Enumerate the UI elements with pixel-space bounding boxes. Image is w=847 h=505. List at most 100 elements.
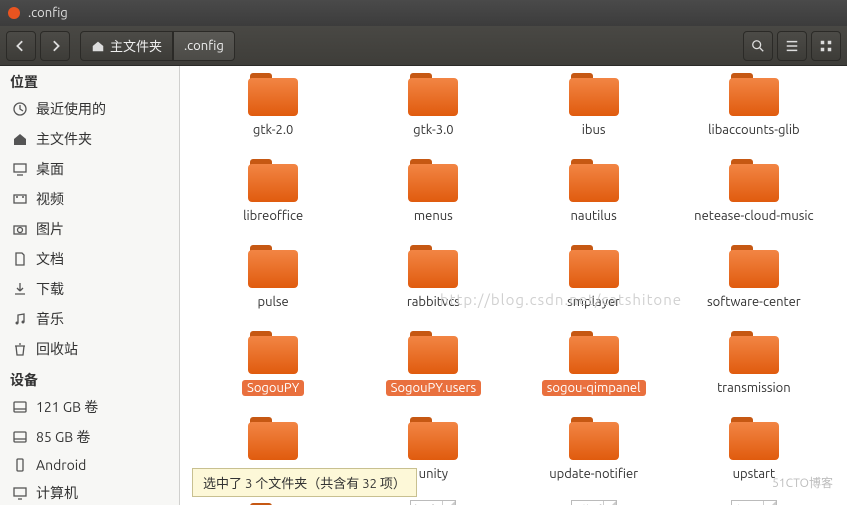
sidebar-item-places-6[interactable]: 下载 [0, 274, 179, 304]
folder-item[interactable]: libreoffice [198, 156, 348, 224]
devices-header: 设备 [0, 364, 179, 392]
item-label: ibus [577, 122, 611, 138]
item-label: unity [414, 466, 453, 482]
back-button[interactable] [6, 31, 36, 61]
forward-button[interactable] [40, 31, 70, 61]
list-icon [785, 39, 799, 53]
chevron-left-icon [15, 40, 27, 52]
toolbar: 主文件夹 .config [0, 26, 847, 66]
folder-item[interactable]: software-center [679, 242, 829, 310]
sidebar-item-label: 音乐 [36, 309, 64, 329]
file-item[interactable]: # This # If yo # interuser-dirs.dirs [519, 500, 669, 505]
sidebar-item-label: 视频 [36, 189, 64, 209]
file-icon: [Qt%2f usr\lib usr\lib [410, 500, 456, 505]
sidebar-item-devices-2[interactable]: Android [0, 452, 179, 478]
sidebar-item-places-3[interactable]: 视频 [0, 184, 179, 214]
folder-icon [244, 500, 302, 505]
folder-icon [565, 242, 623, 290]
folder-item[interactable]: smplayer [519, 242, 669, 310]
sidebar-item-devices-1[interactable]: 85 GB 卷 [0, 422, 179, 452]
sidebar-item-places-2[interactable]: 桌面 [0, 154, 179, 184]
path-current[interactable]: .config [173, 31, 235, 61]
folder-item[interactable]: SogouPY.users [358, 328, 508, 396]
folder-icon [725, 414, 783, 462]
folder-icon [244, 414, 302, 462]
path-bar: 主文件夹 .config [80, 31, 235, 61]
folder-item[interactable]: transmission [679, 328, 829, 396]
folder-item[interactable]: (cut) [198, 500, 348, 505]
file-item[interactable]: [Qt%2f usr\lib usr\libh.conf [358, 500, 508, 505]
folder-icon [404, 70, 462, 118]
music-icon [12, 311, 28, 327]
file-item[interactable]: zh_CNuser-dirs.locale [679, 500, 829, 505]
trash-icon [12, 341, 28, 357]
folder-icon [404, 328, 462, 376]
folder-item[interactable]: sogou-qimpanel [519, 328, 669, 396]
sidebar-item-label: 最近使用的 [36, 99, 106, 119]
sidebar-item-label: 文档 [36, 249, 64, 269]
grid-icon [819, 39, 833, 53]
folder-icon [725, 328, 783, 376]
sidebar-item-devices-3[interactable]: 计算机 [0, 478, 179, 505]
close-icon[interactable] [8, 7, 20, 19]
folder-item[interactable]: update-notifier [519, 414, 669, 482]
view-list-button[interactable] [777, 31, 807, 61]
disk-icon [12, 399, 28, 415]
item-label: libaccounts-glib [703, 122, 804, 138]
folder-item[interactable]: nautilus [519, 156, 669, 224]
status-tooltip: 选中了 3 个文件夹（共含有 32 项） [192, 468, 417, 497]
file-icon: zh_CN [731, 500, 777, 505]
item-label: libreoffice [238, 208, 308, 224]
folder-item[interactable]: menus [358, 156, 508, 224]
folder-icon [565, 70, 623, 118]
sidebar-item-places-1[interactable]: 主文件夹 [0, 124, 179, 154]
search-icon [751, 39, 765, 53]
sidebar-item-label: 回收站 [36, 339, 78, 359]
sidebar-item-devices-0[interactable]: 121 GB 卷 [0, 392, 179, 422]
item-label: smplayer [562, 294, 625, 310]
view-grid-button[interactable] [811, 31, 841, 61]
window-title: .config [28, 6, 68, 20]
home-icon [12, 131, 28, 147]
folder-item[interactable]: netease-cloud-music [679, 156, 829, 224]
item-label: pulse [252, 294, 293, 310]
folder-item[interactable]: SogouPY [198, 328, 348, 396]
search-button[interactable] [743, 31, 773, 61]
item-label: transmission [712, 380, 796, 396]
folder-icon [725, 70, 783, 118]
desktop-icon [12, 161, 28, 177]
disk-icon [12, 429, 28, 445]
content-area[interactable]: http://blog.csdn.net/catshitone gtk-2.0g… [180, 66, 847, 505]
sidebar-item-places-7[interactable]: 音乐 [0, 304, 179, 334]
folder-icon [244, 328, 302, 376]
sidebar-item-places-8[interactable]: 回收站 [0, 334, 179, 364]
download-icon [12, 281, 28, 297]
path-current-label: .config [184, 39, 224, 53]
sidebar-item-places-4[interactable]: 图片 [0, 214, 179, 244]
phone-icon [12, 457, 28, 473]
folder-item[interactable]: gtk-2.0 [198, 70, 348, 138]
computer-icon [12, 485, 28, 501]
sidebar: 位置 最近使用的主文件夹桌面视频图片文档下载音乐回收站 设备 121 GB 卷8… [0, 66, 180, 505]
folder-item[interactable]: pulse [198, 242, 348, 310]
doc-icon [12, 251, 28, 267]
folder-icon [565, 414, 623, 462]
sidebar-item-places-0[interactable]: 最近使用的 [0, 94, 179, 124]
sidebar-item-label: 桌面 [36, 159, 64, 179]
folder-item[interactable]: rabbitvcs [358, 242, 508, 310]
folder-item[interactable]: upstart [679, 414, 829, 482]
folder-icon [244, 70, 302, 118]
item-label: rabbitvcs [402, 294, 465, 310]
path-home[interactable]: 主文件夹 [80, 31, 173, 61]
sidebar-item-places-5[interactable]: 文档 [0, 244, 179, 274]
sidebar-item-label: 图片 [36, 219, 64, 239]
folder-icon [565, 156, 623, 204]
folder-item[interactable]: gtk-3.0 [358, 70, 508, 138]
item-label: gtk-3.0 [408, 122, 459, 138]
sidebar-item-label: 主文件夹 [36, 129, 92, 149]
clock-icon [12, 101, 28, 117]
chevron-right-icon [49, 40, 61, 52]
folder-item[interactable]: libaccounts-glib [679, 70, 829, 138]
folder-item[interactable]: ibus [519, 70, 669, 138]
folder-icon [725, 242, 783, 290]
